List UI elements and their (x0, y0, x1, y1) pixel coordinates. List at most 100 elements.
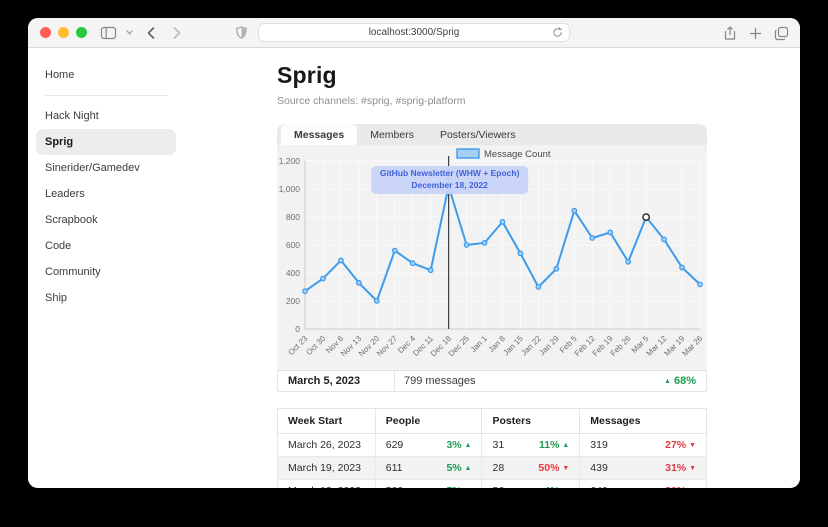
messages-cell: 640 20% ▼ (579, 479, 707, 488)
share-icon[interactable] (724, 26, 736, 40)
table-header-messages: Messages (579, 408, 707, 434)
sidebar-item-sinerider-gamedev[interactable]: Sinerider/Gamedev (28, 155, 168, 181)
messages-value: 439 (590, 462, 608, 474)
svg-text:400: 400 (286, 268, 300, 278)
chart-tooltip: GitHub Newsletter (WHW + Epoch) December… (370, 166, 529, 194)
svg-text:Jan 29: Jan 29 (537, 334, 561, 358)
sidebar-item-code[interactable]: Code (28, 233, 168, 259)
people-cell: 629 3% ▲ (374, 433, 483, 457)
posters-value: 31 (492, 439, 505, 451)
tab-posters-viewers[interactable]: Posters/Viewers (427, 124, 529, 145)
main-content: Sprig Source channels: #sprig, #sprig-pl… (277, 48, 800, 488)
down-arrow-icon: ▼ (689, 465, 696, 472)
messages-cell: 319 27% ▼ (579, 433, 707, 457)
minimize-window-button[interactable] (58, 27, 69, 38)
table-header-row: Week Start People Posters Messages (277, 408, 707, 434)
sidebar-item-ship[interactable]: Ship (28, 285, 168, 311)
up-arrow-icon: ▲ (464, 442, 472, 449)
tab-bar: Messages Members Posters/Viewers (277, 124, 707, 145)
page-subtitle: Source channels: #sprig, #sprig-platform (277, 95, 466, 107)
chevron-down-icon[interactable] (126, 30, 133, 35)
people-change: 3% ▲ (446, 439, 472, 451)
reload-icon[interactable] (552, 27, 563, 38)
sidebar-item-leaders[interactable]: Leaders (28, 181, 168, 207)
week-start-cell: March 19, 2023 (277, 456, 376, 480)
svg-text:Mar 26: Mar 26 (680, 334, 704, 358)
svg-text:Dec 25: Dec 25 (447, 334, 472, 359)
people-change: 5% ▲ (446, 462, 472, 474)
messages-change: 27% ▼ (665, 439, 696, 451)
zoom-window-button[interactable] (76, 27, 87, 38)
page-title: Sprig (277, 62, 337, 88)
sidebar-item-home[interactable]: Home (28, 62, 168, 88)
sidebar-nav: Home Hack Night Sprig Sinerider/Gamedev Lead… (28, 48, 277, 487)
svg-text:1,200: 1,200 (279, 156, 301, 166)
messages-value: 319 (590, 439, 608, 451)
sidebar-item-hack-night[interactable]: Hack Night (28, 103, 168, 129)
people-cell: 580 5% ▲ (374, 479, 483, 488)
week-start-cell: March 12, 2023 (277, 479, 376, 488)
desktop-background: localhost:3000/Sprig Home Hack Night Spr… (0, 0, 828, 527)
tab-members[interactable]: Members (357, 124, 427, 145)
sidebar-item-scrapbook[interactable]: Scrapbook (28, 207, 168, 233)
week-change-percent: ▲ 68% (663, 375, 696, 387)
table-row: March 19, 2023 611 5% ▲ 28 50% ▼ 439 31% ▼ (277, 456, 707, 480)
table-header-posters: Posters (481, 408, 581, 434)
svg-text:0: 0 (295, 324, 300, 334)
privacy-shield-icon[interactable] (236, 26, 247, 39)
down-arrow-icon: ▼ (562, 465, 570, 472)
svg-text:200: 200 (286, 296, 300, 306)
up-arrow-icon: ▲ (464, 465, 472, 472)
tooltip-title: GitHub Newsletter (WHW + Epoch) (379, 168, 520, 178)
tab-messages[interactable]: Messages (281, 124, 358, 145)
posters-cell: 56 4% ▲ (481, 479, 581, 488)
sidebar-item-community[interactable]: Community (28, 259, 168, 285)
messages-cell: 439 31% ▼ (579, 456, 707, 480)
table-header-people: People (374, 408, 483, 434)
browser-window: localhost:3000/Sprig Home Hack Night Spr… (28, 18, 800, 488)
traffic-lights (40, 27, 87, 38)
posters-change: 11% ▲ (538, 439, 570, 451)
tooltip-date: December 18, 2022 (411, 179, 488, 190)
new-tab-icon[interactable] (749, 27, 762, 39)
week-start-cell: March 26, 2023 (277, 433, 376, 457)
svg-text:800: 800 (286, 212, 300, 222)
messages-change: 20% ▼ (665, 485, 696, 488)
posters-change: 4% ▲ (544, 485, 569, 488)
svg-text:Oct 30: Oct 30 (304, 334, 327, 357)
messages-value: 640 (590, 485, 608, 488)
svg-text:Nov 27: Nov 27 (375, 334, 400, 359)
selected-date: March 5, 2023 (278, 371, 395, 391)
tab-overview-icon[interactable] (774, 26, 789, 40)
table-row: March 26, 2023 629 3% ▲ 31 11% ▲ 319 27% ▼ (277, 433, 707, 457)
url-bar[interactable]: localhost:3000/Sprig (258, 23, 570, 42)
svg-text:1,000: 1,000 (279, 184, 301, 194)
chart-panel: Messages Members Posters/Viewers 0 200 400 60… (277, 124, 707, 392)
close-window-button[interactable] (40, 27, 51, 38)
up-arrow-icon: ▲ (663, 378, 671, 385)
posters-cell: 28 50% ▼ (481, 456, 581, 480)
posters-change: 50% ▼ (538, 462, 570, 474)
svg-text:Jan 1: Jan 1 (469, 334, 490, 355)
sidebar-divider (45, 95, 168, 96)
messages-change: 31% ▼ (665, 462, 696, 474)
people-value: 629 (385, 439, 404, 451)
people-cell: 611 5% ▲ (374, 456, 483, 480)
table-header-week-start: Week Start (277, 408, 376, 434)
posters-value: 56 (492, 485, 504, 488)
forward-button[interactable] (173, 26, 181, 39)
browser-toolbar: localhost:3000/Sprig (28, 18, 800, 48)
sidebar-item-sprig[interactable]: Sprig (36, 129, 176, 155)
table-body: March 26, 2023 629 3% ▲ 31 11% ▲ 319 27% ▼ Marc… (277, 433, 707, 488)
people-value: 580 (386, 485, 404, 488)
posters-value: 28 (492, 462, 505, 474)
selected-message-count: 799 messages (404, 375, 476, 387)
chart-container[interactable]: 0 200 400 600 800 1,000 1,200 Oct 23 Oct 30 Nov 6… (277, 145, 707, 370)
sidebar-toggle-icon[interactable] (100, 26, 117, 39)
weekly-stats-table: Week Start People Posters Messages March 26… (277, 408, 707, 488)
svg-text:Feb 26: Feb 26 (609, 334, 633, 358)
svg-text:600: 600 (286, 240, 300, 250)
back-button[interactable] (147, 26, 155, 39)
table-row: March 12, 2023 580 5% ▲ 56 4% ▲ 640 20% ▼ (277, 479, 707, 488)
people-change: 5% ▲ (446, 485, 471, 488)
